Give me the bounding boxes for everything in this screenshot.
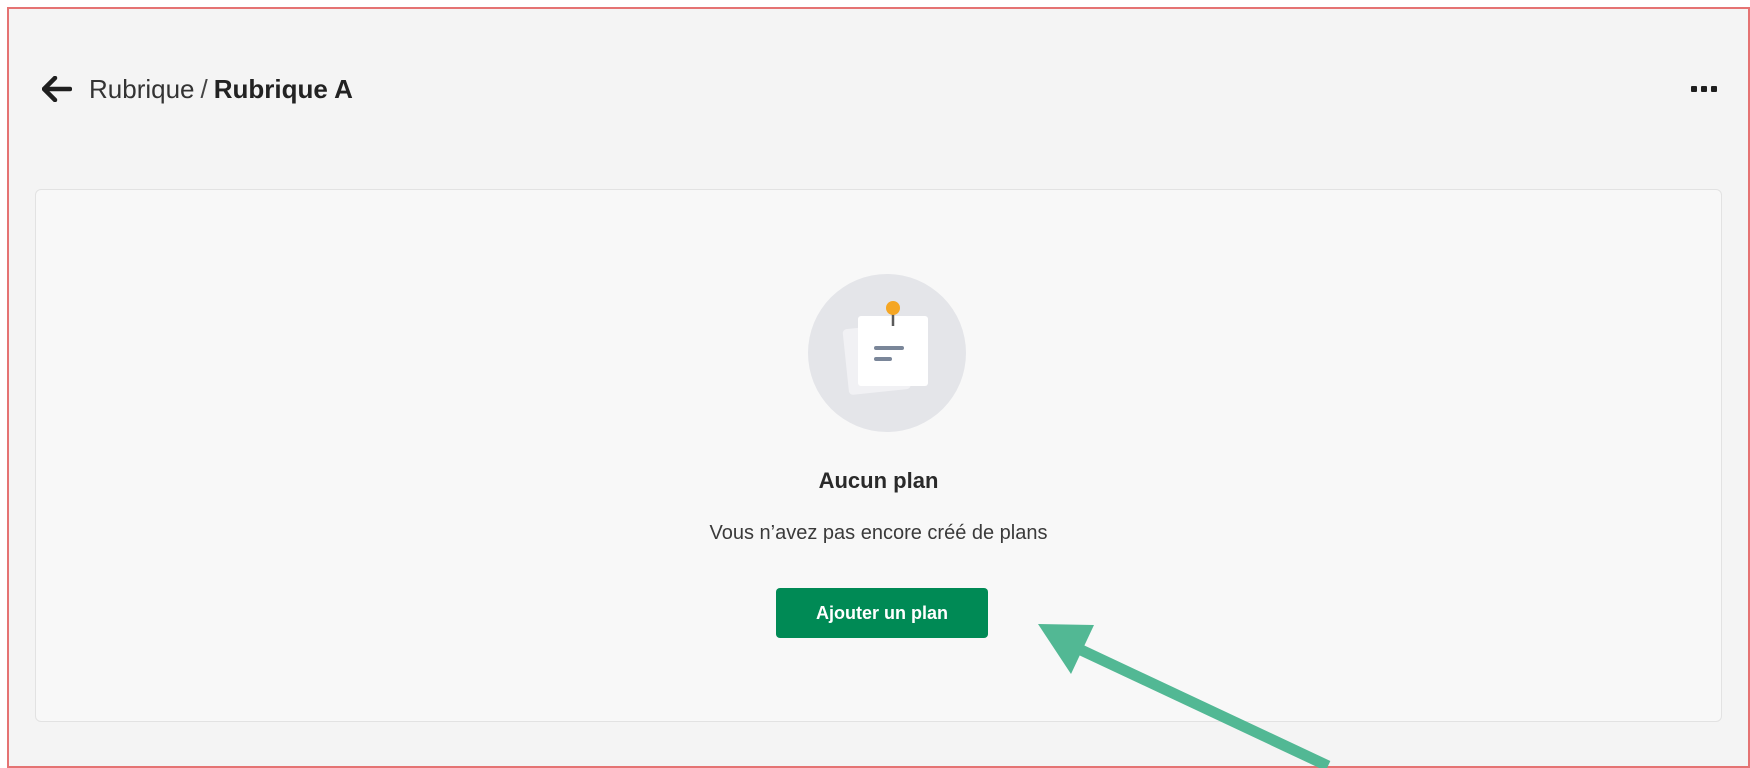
breadcrumb: Rubrique / Rubrique A [89, 71, 353, 107]
breadcrumb-current: Rubrique A [213, 74, 353, 104]
empty-state-subtitle: Vous n’avez pas encore créé de plans [709, 522, 1048, 544]
add-plan-button[interactable]: Ajouter un plan [776, 588, 988, 638]
empty-state-card: Aucun plan Vous n’avez pas encore créé d… [35, 189, 1722, 722]
back-button[interactable] [41, 73, 73, 105]
arrow-left-icon [42, 76, 72, 102]
breadcrumb-separator: / [200, 74, 208, 104]
page-header: Rubrique / Rubrique A [9, 9, 1748, 149]
app-frame: Rubrique / Rubrique A Aucun plan Vous n’av… [7, 7, 1750, 768]
breadcrumb-parent[interactable]: Rubrique [89, 74, 195, 104]
more-options-button[interactable] [1684, 69, 1724, 109]
more-horizontal-icon [1691, 86, 1717, 92]
pinned-note-icon [808, 274, 966, 432]
empty-state-title: Aucun plan [818, 468, 939, 493]
